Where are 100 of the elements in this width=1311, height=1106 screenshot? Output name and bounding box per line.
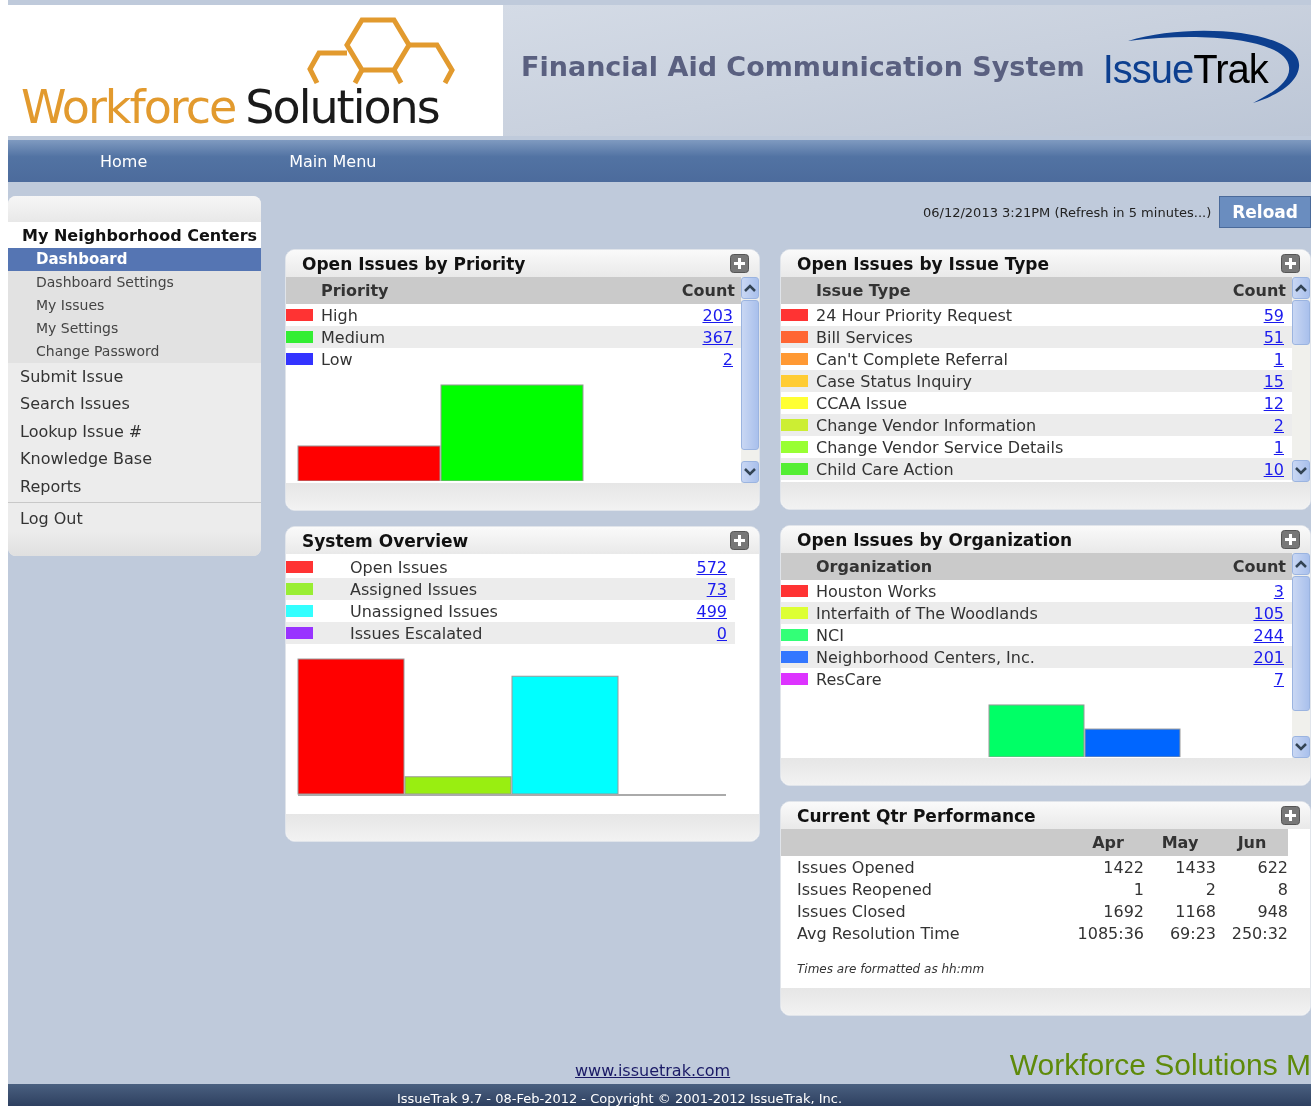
- sidebar-heading: My Neighborhood Centers: [8, 222, 261, 248]
- row-label: Issues Escalated: [350, 623, 484, 643]
- row-label: Medium: [321, 327, 386, 347]
- copyright-text: IssueTrak 9.7 - 08-Feb-2012 - Copyright © 2001-2012 IssueTrak, Inc.: [396, 1091, 844, 1106]
- row-label: High: [321, 305, 359, 325]
- sidebar-subitem[interactable]: Dashboard Settings: [8, 271, 261, 294]
- table-cell-text: 1168: [1174, 901, 1216, 921]
- column-header: Organization: [816, 557, 933, 576]
- table-cell-text: 8: [1276, 879, 1288, 899]
- count-link[interactable]: 15: [1263, 371, 1284, 391]
- chevron-up-icon[interactable]: [1295, 560, 1307, 568]
- count-link[interactable]: 0: [716, 623, 727, 643]
- scrollbar-thumb[interactable]: [741, 300, 759, 450]
- product-logo-text: IssueTrak: [1102, 47, 1268, 92]
- row-label: Child Care Action: [816, 459, 955, 479]
- table-cell-text: 1: [1132, 879, 1144, 899]
- table-cell-text: 948: [1256, 901, 1288, 921]
- column-header: Apr: [1091, 833, 1125, 852]
- count-link[interactable]: 244: [1253, 625, 1284, 645]
- count-link[interactable]: 12: [1263, 393, 1284, 413]
- column-header: Issue Type: [816, 281, 911, 300]
- chevron-up-icon[interactable]: [744, 284, 756, 292]
- expand-plus-icon[interactable]: [730, 254, 749, 273]
- count-link[interactable]: 367: [702, 327, 733, 347]
- expand-plus-icon[interactable]: [1281, 806, 1300, 825]
- table-cell-text: 1422: [1102, 857, 1144, 877]
- row-label: Issues Reopened: [797, 879, 933, 899]
- count-link[interactable]: 203: [702, 305, 733, 325]
- row-label: CCAA Issue: [816, 393, 909, 413]
- format-note: Times are formatted as hh:mm: [796, 961, 986, 976]
- row-label: Case Status Inquiry: [816, 371, 973, 391]
- hexagon-logo-icon: [307, 15, 457, 85]
- expand-plus-icon[interactable]: [1281, 530, 1300, 549]
- row-label: Assigned Issues: [350, 579, 479, 599]
- row-label: Issues Closed: [797, 901, 907, 921]
- count-link[interactable]: 1: [1273, 349, 1284, 369]
- panel-title: Open Issues by Issue Type: [797, 253, 1050, 274]
- nav-link[interactable]: Main Menu: [289, 151, 377, 171]
- column-header: May: [1160, 833, 1200, 852]
- chevron-down-icon[interactable]: [744, 468, 756, 476]
- scrollbar[interactable]: [1292, 277, 1310, 482]
- row-label: Interfaith of The Woodlands: [816, 603, 1039, 623]
- panel-title: Current Qtr Performance: [797, 805, 1036, 826]
- scrollbar[interactable]: [1292, 553, 1310, 758]
- table-cell-text: 2: [1204, 879, 1216, 899]
- panel-title: System Overview: [302, 530, 469, 551]
- scrollbar-thumb[interactable]: [1292, 300, 1310, 345]
- row-label: Unassigned Issues: [350, 601, 499, 621]
- expand-plus-icon[interactable]: [730, 531, 749, 550]
- count-link[interactable]: 51: [1263, 327, 1284, 347]
- scrollbar-thumb[interactable]: [1292, 576, 1310, 711]
- brand-text: Workforce Solutions M: [1009, 1050, 1311, 1080]
- sidebar-subitem[interactable]: My Issues: [8, 294, 261, 317]
- panel-title: Open Issues by Priority: [302, 253, 526, 274]
- expand-plus-icon[interactable]: [1281, 254, 1300, 273]
- count-link[interactable]: 572: [696, 557, 727, 577]
- count-link[interactable]: 3: [1273, 581, 1284, 601]
- row-label: Avg Resolution Time: [797, 923, 961, 943]
- scrollbar[interactable]: [741, 277, 759, 483]
- sidebar-subitem[interactable]: Change Password: [8, 340, 261, 363]
- row-label: Low: [321, 349, 354, 369]
- column-header: Count: [1232, 557, 1286, 576]
- count-link[interactable]: 1: [1273, 437, 1284, 457]
- brand-logo-text: Workforce Solutions: [21, 84, 439, 130]
- row-label: NCI: [816, 625, 845, 645]
- app-title: Financial Aid Communication System: [521, 51, 1085, 82]
- count-link[interactable]: 499: [696, 601, 727, 621]
- sidebar-subitem[interactable]: Dashboard: [8, 248, 261, 271]
- table-cell-text: 1433: [1174, 857, 1216, 877]
- table-cell-text: 1692: [1102, 901, 1144, 921]
- row-label: Open Issues: [350, 557, 449, 577]
- column-header: Jun: [1235, 833, 1268, 852]
- row-label: Issues Opened: [797, 857, 916, 877]
- row-label: Can't Complete Referral: [816, 349, 1009, 369]
- nav-link[interactable]: Home: [100, 151, 148, 171]
- count-link[interactable]: 10: [1263, 459, 1284, 479]
- row-label: Bill Services: [816, 327, 914, 347]
- count-link[interactable]: 2: [722, 349, 733, 369]
- row-label: 24 Hour Priority Request: [816, 305, 1014, 325]
- table-cell-text: 1085:36: [1076, 923, 1144, 943]
- chevron-up-icon[interactable]: [1295, 284, 1307, 292]
- table-cell-text: 250:32: [1230, 923, 1288, 943]
- row-label: Change Vendor Service Details: [816, 437, 1065, 457]
- count-link[interactable]: 105: [1253, 603, 1284, 623]
- chevron-down-icon[interactable]: [1295, 467, 1307, 475]
- table-cell-text: 69:23: [1168, 923, 1216, 943]
- column-header: Count: [681, 281, 735, 300]
- count-link[interactable]: 201: [1253, 647, 1284, 667]
- row-label: Houston Works: [816, 581, 938, 601]
- count-link[interactable]: 7: [1273, 669, 1284, 689]
- row-label: ResCare: [816, 669, 883, 689]
- count-link[interactable]: 73: [706, 579, 727, 599]
- row-label: Neighborhood Centers, Inc.: [816, 647, 1036, 667]
- column-header: Priority: [321, 281, 389, 300]
- website-link[interactable]: www.issuetrak.com: [575, 1061, 731, 1080]
- count-link[interactable]: 2: [1273, 415, 1284, 435]
- count-link[interactable]: 59: [1263, 305, 1284, 325]
- chevron-down-icon[interactable]: [1295, 743, 1307, 751]
- panel-title: Open Issues by Organization: [797, 529, 1073, 550]
- sidebar-subitem[interactable]: My Settings: [8, 317, 261, 340]
